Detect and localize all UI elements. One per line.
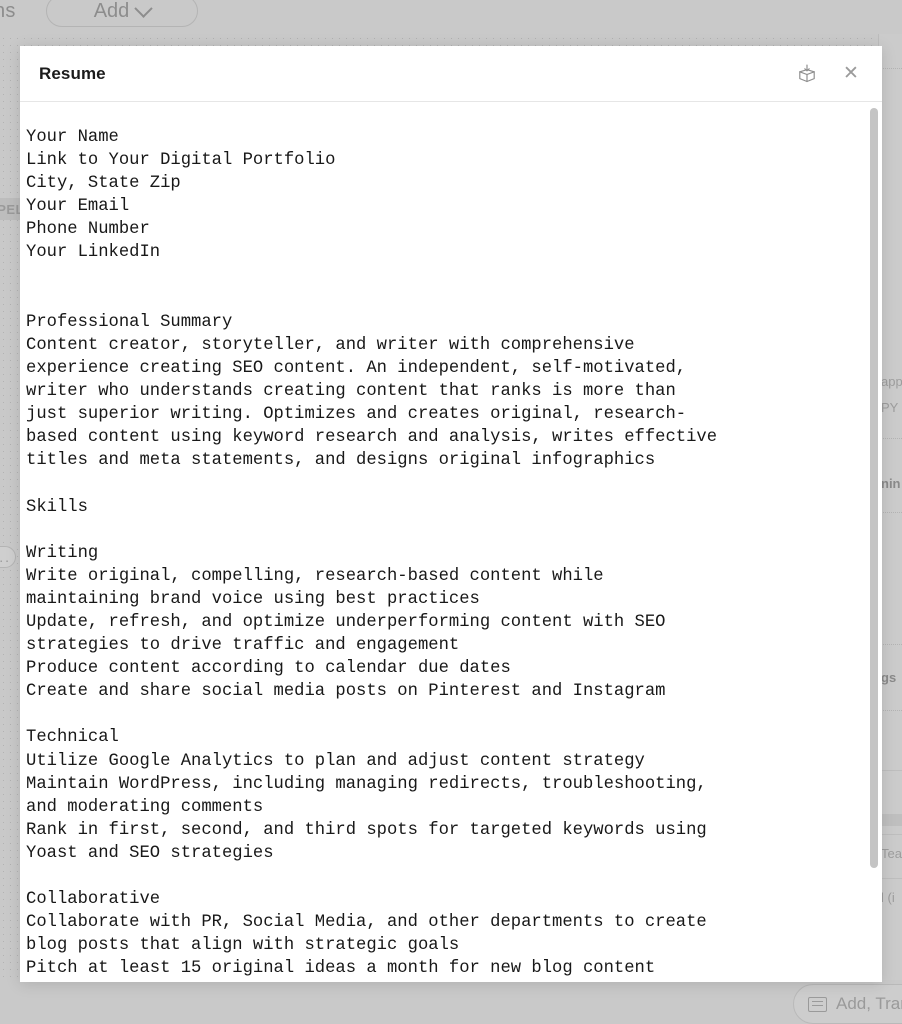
close-icon[interactable]: ✕ xyxy=(838,61,864,87)
right-panel-fragment: Tea xyxy=(881,846,902,861)
right-panel-fragment: l (i xyxy=(881,890,895,905)
add-button-label: Add xyxy=(93,0,130,22)
divider xyxy=(881,438,902,439)
background-left-pill[interactable]: .. xyxy=(0,546,16,568)
document-scrollbar[interactable] xyxy=(868,102,880,982)
divider xyxy=(879,770,902,771)
background-toolbar: ns Add xyxy=(0,0,902,34)
chevron-down-icon xyxy=(134,0,153,18)
document-scrollbar-thumb[interactable] xyxy=(870,108,878,868)
resume-document[interactable]: Your Name Link to Your Digital Portfolio… xyxy=(20,102,864,982)
divider xyxy=(881,68,902,69)
close-glyph: ✕ xyxy=(843,63,859,84)
add-transfer-button-label: Add, Transfe xyxy=(836,994,902,1013)
right-panel-fragment: app xyxy=(881,374,902,389)
add-transfer-button[interactable]: Add, Transfe xyxy=(793,984,902,1024)
toolbar-label-fragment: ns xyxy=(0,0,16,22)
background-bottom-bar: Add, Transfe xyxy=(0,980,902,1024)
divider xyxy=(881,710,902,711)
right-panel-fragment: PY xyxy=(881,400,899,415)
note-icon xyxy=(808,996,827,1012)
add-button[interactable]: Add xyxy=(46,0,198,27)
divider xyxy=(881,644,902,645)
right-panel-fragment: gs xyxy=(881,670,897,685)
right-panel-fragment: nin xyxy=(881,476,901,491)
divider xyxy=(881,512,902,513)
background-chip xyxy=(880,814,902,826)
modal-title: Resume xyxy=(39,63,106,83)
divider xyxy=(879,878,902,879)
modal-header-actions: ✕ xyxy=(794,61,864,87)
modal-body: Your Name Link to Your Digital Portfolio… xyxy=(20,102,882,982)
resume-text: Your Name Link to Your Digital Portfolio… xyxy=(26,128,718,979)
archive-box-download-icon[interactable] xyxy=(794,61,820,87)
resume-modal: Resume ✕ Your Name Link to Your Digital … xyxy=(20,46,882,982)
divider xyxy=(879,834,902,835)
modal-header: Resume ✕ xyxy=(20,46,882,102)
